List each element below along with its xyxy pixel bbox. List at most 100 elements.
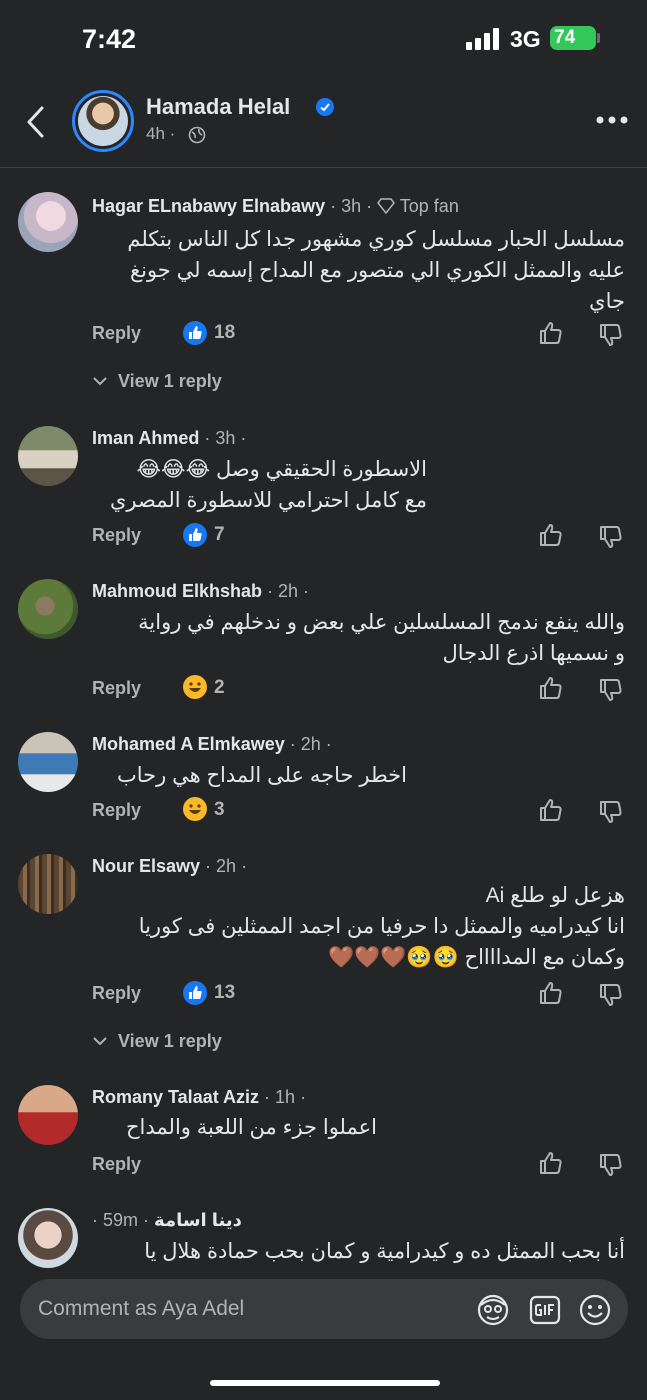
comment-time: · 59m · xyxy=(92,1210,150,1230)
reply-button[interactable]: Reply xyxy=(92,525,141,546)
haha-reaction-icon[interactable] xyxy=(183,797,207,821)
status-bar: 7:42 3G 74 xyxy=(0,0,647,80)
reaction-count[interactable]: 13 xyxy=(214,982,235,1004)
back-arrow-icon[interactable] xyxy=(22,104,52,140)
thumbs-up-icon[interactable] xyxy=(538,522,564,548)
thumbs-up-icon[interactable] xyxy=(538,797,564,823)
page-avatar[interactable] xyxy=(72,90,134,152)
more-options-icon[interactable] xyxy=(596,116,628,124)
commenter-avatar[interactable] xyxy=(18,579,78,639)
thumbs-up-icon[interactable] xyxy=(538,320,564,346)
thumbs-down-icon[interactable] xyxy=(598,982,624,1008)
comment-text: والله ينفع ندمج المسلسلين علي بعض و ندخل… xyxy=(92,607,625,669)
comment-line: مع كامل احترامي للاسطورة المصري xyxy=(110,489,427,512)
comment-header: Iman Ahmed · 3h · xyxy=(92,428,246,449)
chevron-down-icon xyxy=(93,1037,107,1046)
comment-line: جاي xyxy=(589,290,625,313)
emoji-icon[interactable] xyxy=(578,1293,612,1327)
thumbs-up-icon[interactable] xyxy=(538,980,564,1006)
comment-input[interactable] xyxy=(38,1293,458,1325)
post-header: Hamada Helal 4h · xyxy=(0,82,647,168)
comment-line: والله ينفع ندمج المسلسلين علي بعض و ندخل… xyxy=(138,611,625,634)
commenter-avatar[interactable] xyxy=(18,426,78,486)
comment-text: اعملوا جزء من اللعبة والمداح xyxy=(92,1112,377,1143)
comment-header: · 59m · دينا اسامة xyxy=(92,1210,242,1231)
commenter-name[interactable]: Mahmoud Elkhshab xyxy=(92,581,262,601)
commenter-name[interactable]: Iman Ahmed xyxy=(92,428,199,448)
thumbs-down-icon[interactable] xyxy=(598,322,624,348)
commenter-avatar[interactable] xyxy=(18,192,78,252)
like-reaction-icon[interactable] xyxy=(183,981,207,1005)
reply-button[interactable]: Reply xyxy=(92,983,141,1004)
thumbs-up-icon[interactable] xyxy=(538,1150,564,1176)
comment-item: Iman Ahmed · 3h · الاسطورة الحقيقي وصل 😂… xyxy=(0,424,647,554)
view-replies-button[interactable]: View 1 reply xyxy=(92,371,222,392)
thumbs-down-icon[interactable] xyxy=(598,1152,624,1178)
comment-line: اعملوا جزء من اللعبة والمداح xyxy=(126,1116,377,1139)
comment-text: هزعل لو طلع Ai انا كيدراميه والممثل دا ح… xyxy=(92,880,625,973)
reply-button[interactable]: Reply xyxy=(92,678,141,699)
post-age: 4h · xyxy=(146,124,176,143)
reply-button[interactable]: Reply xyxy=(92,800,141,821)
thumbs-up-icon[interactable] xyxy=(538,675,564,701)
battery-icon: 74 xyxy=(550,26,596,50)
status-time: 7:42 xyxy=(82,24,137,54)
commenter-avatar[interactable] xyxy=(18,1085,78,1145)
thumbs-down-icon[interactable] xyxy=(598,799,624,825)
view-replies-label: View 1 reply xyxy=(118,371,222,391)
comment-line: وكمان مع المدااااح 🥹🥹🤎🤎🤎 xyxy=(327,946,625,969)
comment-text: أنا بحب الممثل ده و كيدرامية و كمان بحب … xyxy=(92,1236,625,1267)
like-reaction-icon[interactable] xyxy=(183,321,207,345)
comment-item: · 59m · دينا اسامة أنا بحب الممثل ده و ك… xyxy=(0,1206,647,1276)
top-fan-badge: Top fan xyxy=(399,196,459,216)
comment-header: Mohamed A Elmkawey · 2h · xyxy=(92,734,332,755)
comment-line: أنا بحب الممثل ده و كيدرامية و كمان بحب … xyxy=(144,1240,625,1263)
comment-header: Hagar ELnabawy Elnabawy · 3h · Top fan xyxy=(92,196,459,217)
comment-line: هزعل لو طلع Ai xyxy=(485,884,625,907)
comment-time: · 1h · xyxy=(259,1087,307,1107)
reply-button[interactable]: Reply xyxy=(92,1154,141,1175)
verified-badge-icon xyxy=(316,98,334,116)
comment-header: Nour Elsawy · 2h · xyxy=(92,856,247,877)
comment-text: اخطر حاجه على المداح هي رحاب xyxy=(92,760,407,791)
page-name[interactable]: Hamada Helal xyxy=(146,94,290,120)
comment-time: · 2h · xyxy=(284,734,332,754)
view-replies-button[interactable]: View 1 reply xyxy=(92,1031,222,1052)
commenter-name[interactable]: Hagar ELnabawy Elnabawy xyxy=(92,196,325,216)
comment-header: Romany Talaat Aziz · 1h · xyxy=(92,1087,306,1108)
comment-header: Mahmoud Elkhshab · 2h · xyxy=(92,581,309,602)
home-indicator[interactable] xyxy=(210,1380,440,1386)
commenter-avatar[interactable] xyxy=(18,732,78,792)
comment-line: مسلسل الحبار مسلسل كوري مشهور جدا كل الن… xyxy=(127,228,625,251)
comment-time: · 2h · xyxy=(262,581,310,601)
haha-reaction-icon[interactable] xyxy=(183,675,207,699)
commenter-avatar[interactable] xyxy=(18,854,78,914)
commenter-name[interactable]: Mohamed A Elmkawey xyxy=(92,734,285,754)
like-reaction-icon[interactable] xyxy=(183,523,207,547)
comment-item: Mohamed A Elmkawey · 2h · اخطر حاجه على … xyxy=(0,730,647,830)
battery-tip xyxy=(597,33,600,43)
thumbs-down-icon[interactable] xyxy=(598,677,624,703)
reaction-count[interactable]: 3 xyxy=(214,799,225,821)
commenter-name[interactable]: Nour Elsawy xyxy=(92,856,200,876)
commenter-avatar[interactable] xyxy=(18,1208,78,1268)
comment-time: · 2h · xyxy=(200,856,248,876)
commenter-name[interactable]: دينا اسامة xyxy=(154,1210,242,1230)
gif-icon[interactable] xyxy=(528,1293,562,1327)
reaction-count[interactable]: 7 xyxy=(214,524,225,546)
comment-time: · 3h · xyxy=(199,428,247,448)
comment-composer xyxy=(20,1279,628,1339)
globe-icon xyxy=(188,126,206,144)
reply-button[interactable]: Reply xyxy=(92,323,141,344)
diamond-icon xyxy=(377,198,396,215)
thumbs-down-icon[interactable] xyxy=(598,524,624,550)
avatar-sticker-icon[interactable] xyxy=(476,1293,510,1327)
comment-line: اخطر حاجه على المداح هي رحاب xyxy=(116,764,407,787)
commenter-name[interactable]: Romany Talaat Aziz xyxy=(92,1087,259,1107)
chevron-down-icon xyxy=(93,377,107,386)
reaction-count[interactable]: 18 xyxy=(214,322,235,344)
reaction-count[interactable]: 2 xyxy=(214,677,225,699)
comment-text: مسلسل الحبار مسلسل كوري مشهور جدا كل الن… xyxy=(92,224,625,317)
comment-line: انا كيدراميه والممثل دا حرفيا من اجمد ال… xyxy=(138,915,625,938)
comment-line: و نسميها اذرع الدجال xyxy=(442,642,625,665)
